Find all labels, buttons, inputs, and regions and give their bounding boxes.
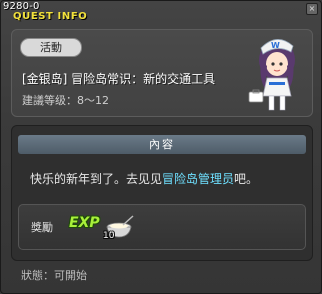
quest-description: 快乐的新年到了。去见见冒险岛管理员吧。 bbox=[30, 170, 258, 187]
exp-icon[interactable]: EXP bbox=[69, 215, 100, 231]
npc-portrait-icon: W bbox=[248, 39, 295, 111]
quest-summary-panel: 活動 [金银岛] 冒险岛常识：新的交通工具 建議等级：8～12 W bbox=[11, 29, 313, 117]
quest-info-window: 9280-0 QUEST INFO × 活動 [金银岛] 冒险岛常识：新的交通工… bbox=[0, 0, 322, 294]
quest-status: 狀態：可開始 bbox=[21, 269, 87, 282]
description-text: 快乐的新年到了。去见见 bbox=[30, 172, 163, 186]
reward-box: 獎勵 EXP 10 bbox=[18, 204, 306, 250]
quest-content-panel: 內容 快乐的新年到了。去见见冒险岛管理员吧。 獎勵 EXP 10 bbox=[11, 125, 313, 261]
close-button[interactable]: × bbox=[306, 3, 318, 15]
reward-label: 獎勵 bbox=[31, 221, 53, 234]
item-quantity: 10 bbox=[103, 231, 115, 241]
window-title: QUEST INFO bbox=[13, 11, 88, 22]
quest-level-range: 建議等级：8～12 bbox=[22, 94, 109, 107]
svg-text:W: W bbox=[271, 41, 280, 50]
quest-name: [金银岛] 冒险岛常识：新的交通工具 bbox=[22, 72, 216, 86]
content-header: 內容 bbox=[18, 135, 306, 154]
npc-link[interactable]: 冒险岛管理员 bbox=[162, 172, 234, 186]
description-text-end: 吧。 bbox=[234, 172, 259, 186]
quest-category-badge: 活動 bbox=[20, 38, 82, 57]
